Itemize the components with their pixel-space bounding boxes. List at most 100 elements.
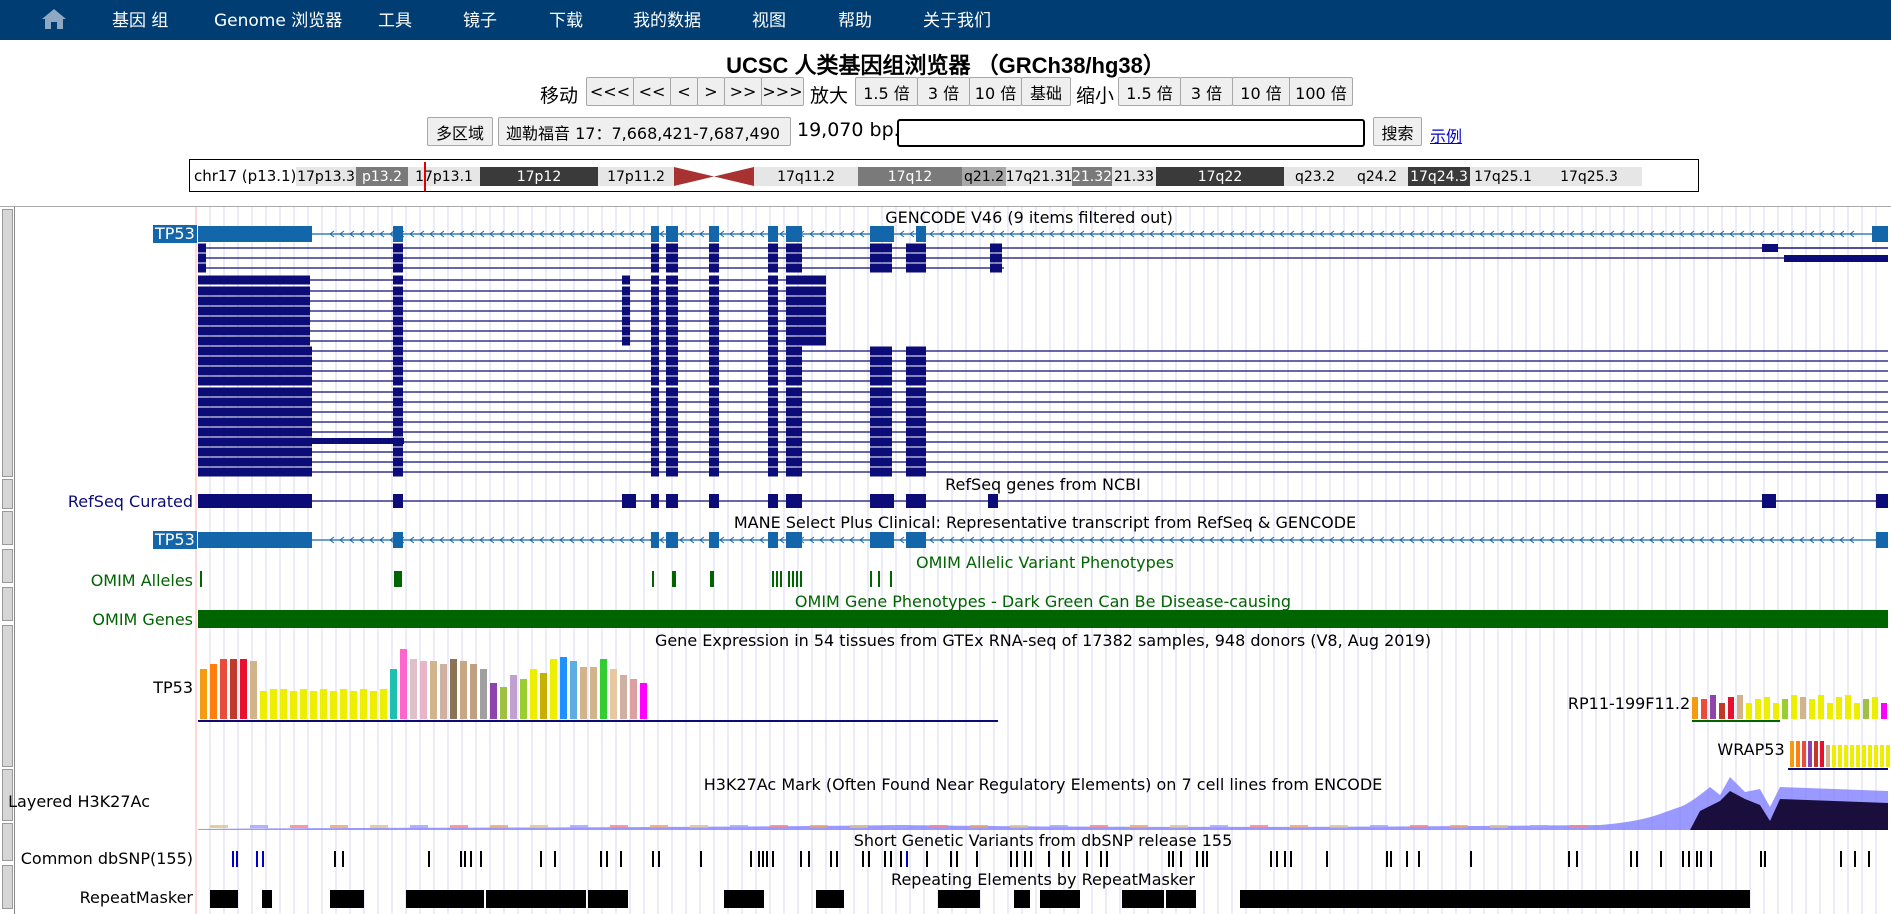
ideogram-band[interactable]: 17q24.3	[1408, 167, 1470, 186]
transcript-exon	[906, 243, 926, 253]
transcript-exon	[870, 356, 892, 366]
move-far-right-button[interactable]: >>>	[761, 77, 804, 106]
nav-tools[interactable]: 工具	[378, 11, 412, 31]
move-step-left-button[interactable]: <	[670, 77, 698, 106]
transcript-exon	[622, 494, 636, 508]
ideogram-band[interactable]: p13.2	[356, 167, 408, 186]
move-right-button[interactable]: >>	[724, 77, 762, 106]
omim-alleles-track-label[interactable]: OMIM Alleles	[91, 571, 193, 590]
gtex-rp11-label[interactable]: RP11-199F11.2	[1568, 694, 1690, 713]
ideogram-band[interactable]: q23.2	[1284, 167, 1346, 186]
search-button[interactable]: 搜索	[1373, 117, 1422, 146]
ideogram-band[interactable]: q24.2	[1346, 167, 1408, 186]
ideogram-band[interactable]: 21.33	[1112, 167, 1156, 186]
nav-downloads[interactable]: 下载	[549, 11, 583, 31]
transcript-exon	[768, 306, 778, 316]
ideogram-band[interactable]: 17p12	[480, 167, 598, 186]
move-far-left-button[interactable]: <<<	[586, 77, 634, 106]
ideogram-band[interactable]: q21.2	[962, 167, 1006, 186]
track-drag-handle[interactable]	[2, 549, 13, 583]
track-drag-handle[interactable]	[2, 625, 13, 767]
gtex-bar	[1800, 697, 1806, 719]
zoom-in-3x-button[interactable]: 3 倍	[917, 77, 970, 106]
search-input[interactable]	[897, 119, 1365, 147]
ideogram-band[interactable]: 17q11.2	[754, 167, 858, 186]
ideogram-band[interactable]: 17q25.1	[1470, 167, 1536, 186]
dbsnp-variant	[906, 851, 908, 867]
track-drag-handle[interactable]	[2, 587, 13, 621]
ideogram-band[interactable]: 17q12	[858, 167, 962, 186]
zoom-out-1-5x-button[interactable]: 1.5 倍	[1118, 77, 1181, 106]
track-drag-handle[interactable]	[2, 209, 13, 477]
omim-genes-track-label[interactable]: OMIM Genes	[92, 610, 193, 629]
dbsnp-variant	[976, 851, 978, 867]
transcript-exon	[786, 407, 802, 417]
position-display[interactable]: 迦勒福音 17：7,668,421-7,687,490	[498, 117, 791, 146]
transcript-exon	[622, 275, 630, 285]
nav-view[interactable]: 视图	[752, 11, 786, 31]
track-drag-handle[interactable]	[2, 823, 13, 861]
dbsnp-variant	[1660, 851, 1662, 867]
gencode-track-title: GENCODE V46 (9 items filtered out)	[885, 208, 1173, 227]
omim-allele	[400, 571, 402, 587]
nav-genome-browser[interactable]: Genome 浏览器	[214, 11, 342, 31]
nav-about-us[interactable]: 关于我们	[923, 11, 991, 31]
track-drag-handle[interactable]	[2, 511, 13, 545]
gtex-tp53-label[interactable]: TP53	[153, 678, 193, 697]
mane-track-title: MANE Select Plus Clinical: Representativ…	[733, 513, 1357, 532]
examples-link[interactable]: 示例	[1430, 123, 1462, 147]
gtex-wrap53-label[interactable]: WRAP53	[1717, 740, 1784, 759]
dbsnp-variant	[1696, 851, 1698, 867]
track-drag-handle[interactable]	[2, 865, 13, 909]
transcript-exon	[990, 253, 1002, 263]
ideogram-band[interactable]: 17p11.2	[598, 167, 674, 186]
transcript-exon	[622, 286, 630, 296]
gtex-bar	[530, 669, 537, 719]
zoom-base-button[interactable]: 基础	[1021, 77, 1071, 106]
transcript-exon	[666, 494, 678, 508]
transcript-exon	[768, 397, 778, 407]
zoom-out-100x-button[interactable]: 100 倍	[1289, 77, 1353, 106]
dbsnp-track-label[interactable]: Common dbSNP(155)	[21, 849, 193, 868]
track-drag-handle[interactable]	[2, 479, 13, 509]
dbsnp-variant	[606, 851, 608, 867]
track-image[interactable]: TP53 GENCODE V46 (9 items filtered out) …	[0, 206, 1891, 914]
ideogram-band[interactable]: 17q22	[1156, 167, 1284, 186]
refseq-track-label[interactable]: RefSeq Curated	[68, 492, 193, 511]
move-step-right-button[interactable]: >	[697, 77, 725, 106]
dbsnp-variant	[1700, 851, 1702, 867]
ideogram-band[interactable]: 17p13.3	[296, 167, 356, 186]
gtex-bar	[1863, 699, 1869, 719]
ideogram-band[interactable]	[674, 167, 754, 186]
gtex-bar	[340, 689, 347, 719]
h3k27ac-signal	[530, 825, 548, 828]
chromosome-ideogram[interactable]: chr17 (p13.1) 17p13.3 p13.2 17p13.1 17p12 17…	[189, 159, 1699, 192]
home-icon[interactable]	[40, 7, 68, 31]
ideogram-band[interactable]: 21.32	[1072, 167, 1112, 186]
transcript-exon	[198, 253, 206, 263]
repeatmasker-track-title: Repeating Elements by RepeatMasker	[891, 870, 1195, 889]
transcript-exon	[709, 356, 719, 366]
mane-gene-label[interactable]: TP53	[153, 531, 197, 549]
zoom-in-1-5x-button[interactable]: 1.5 倍	[855, 77, 918, 106]
ideogram-band[interactable]: 17q25.3	[1536, 167, 1642, 186]
h3k27ac-track-label[interactable]: Layered H3K27Ac	[8, 792, 150, 811]
nav-help[interactable]: 帮助	[838, 11, 872, 31]
omim-genes-track-title: OMIM Gene Phenotypes - Dark Green Can Be…	[794, 592, 1292, 611]
nav-genomes[interactable]: 基因 组	[112, 11, 168, 31]
transcript-exon	[666, 376, 678, 386]
zoom-in-10x-button[interactable]: 10 倍	[969, 77, 1022, 106]
move-left-button[interactable]: <<	[633, 77, 671, 106]
gtex-bar	[1790, 741, 1794, 767]
ideogram-band[interactable]: 17p13.1	[408, 167, 480, 186]
ideogram-band[interactable]: 17q21.31	[1006, 167, 1072, 186]
dbsnp-variant	[1010, 851, 1012, 867]
multi-region-button[interactable]: 多区域	[427, 117, 493, 146]
repeatmasker-track-label[interactable]: RepeatMasker	[80, 888, 193, 907]
transcript-exon	[786, 447, 802, 457]
dbsnp-variant	[480, 851, 482, 867]
zoom-out-3x-button[interactable]: 3 倍	[1180, 77, 1233, 106]
gencode-gene-label[interactable]: TP53	[153, 225, 197, 243]
nav-mirrors[interactable]: 镜子	[463, 11, 497, 31]
nav-my-data[interactable]: 我的数据	[633, 11, 701, 31]
